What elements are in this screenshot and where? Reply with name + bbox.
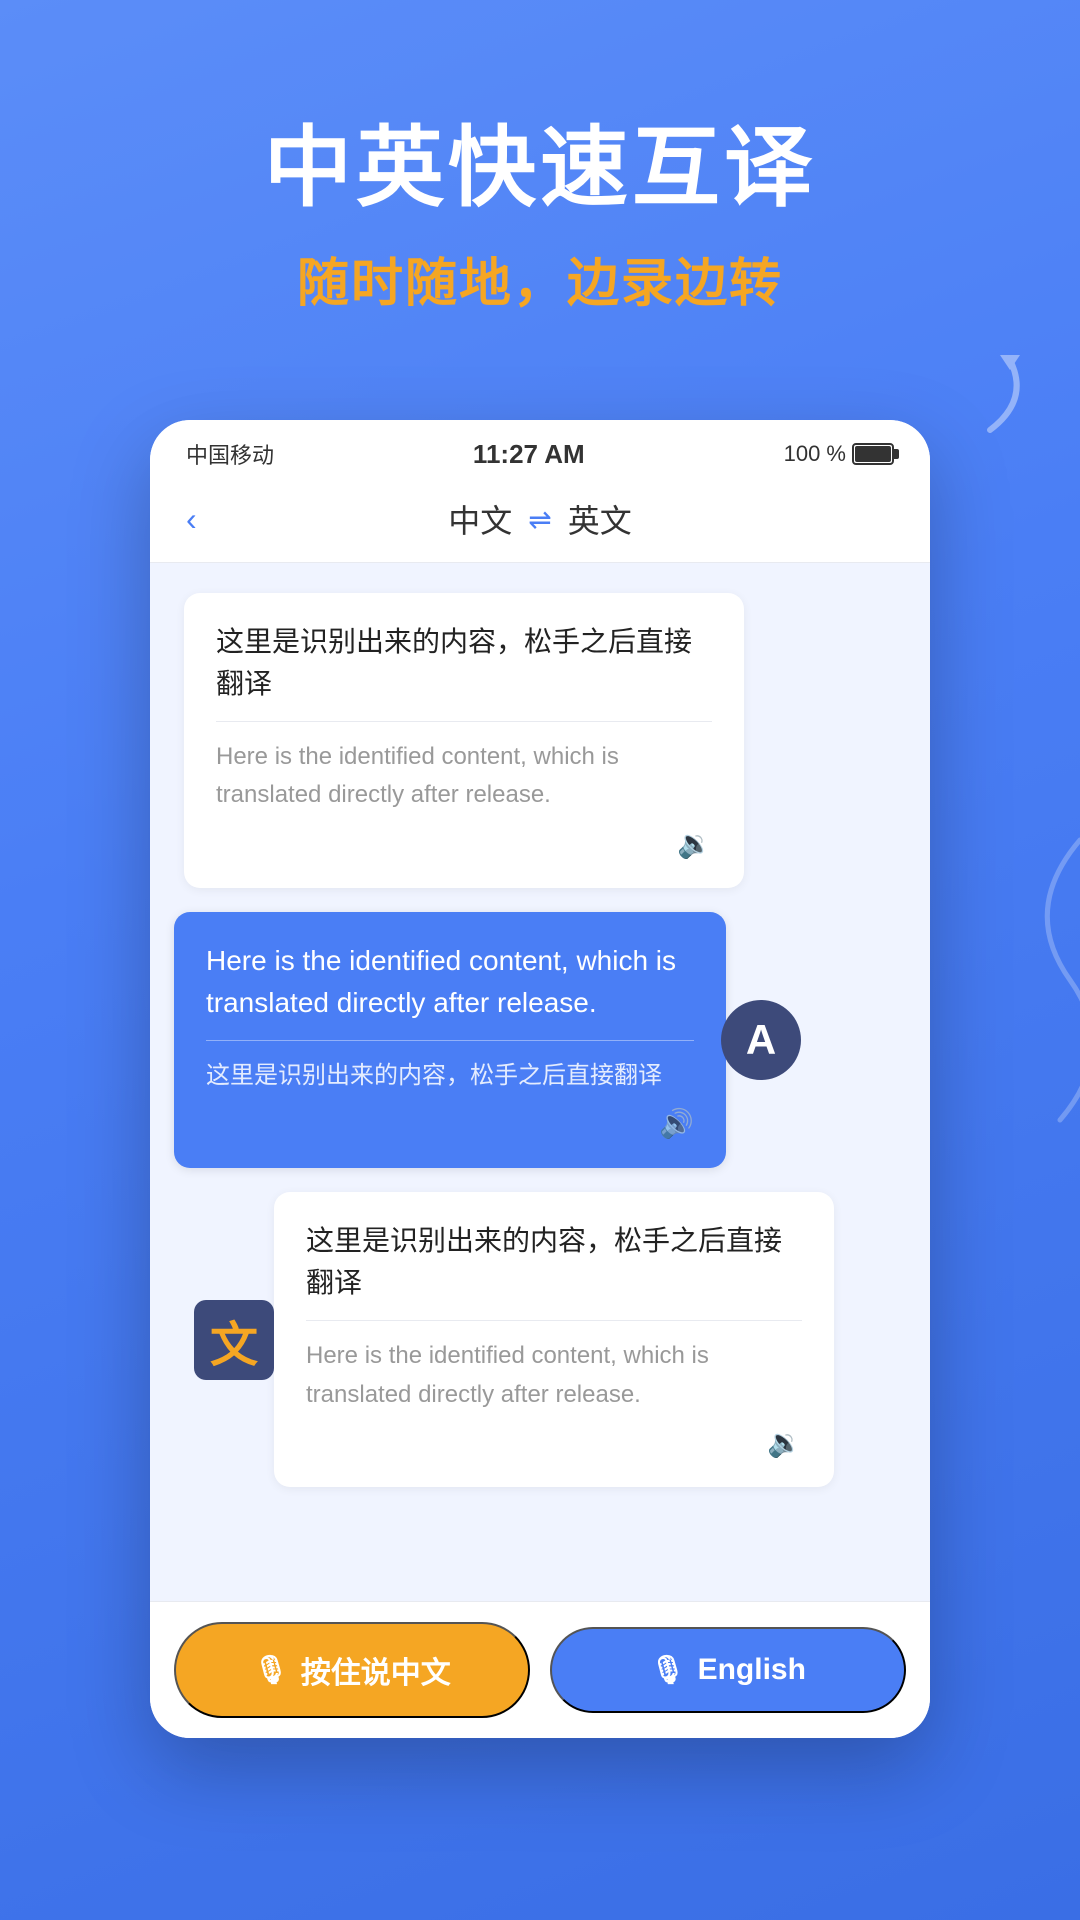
- chat-area: 这里是识别出来的内容，松手之后直接翻译 Here is the identifi…: [150, 563, 930, 1601]
- nav-title: 中文 ⇌ 英文: [448, 496, 632, 542]
- target-language: 英文: [568, 496, 632, 542]
- deco-curve: [1010, 830, 1080, 1135]
- bubble-right-wrapper: Here is the identified content, which is…: [174, 912, 806, 1168]
- english-btn-label: English: [698, 1653, 806, 1687]
- carrier-text: 中国移动: [186, 438, 274, 470]
- phone-mockup: 中国移动 11:27 AM 100 % ‹ 中文 ⇌ 英文 这里是识别出来的内容…: [150, 420, 930, 1738]
- bubble-left-2: 这里是识别出来的内容，松手之后直接翻译 Here is the identifi…: [274, 1192, 834, 1487]
- battery-container: 100 %: [784, 441, 894, 467]
- back-button[interactable]: ‹: [186, 501, 197, 538]
- bubble-left-1: 这里是识别出来的内容，松手之后直接翻译 Here is the identifi…: [184, 593, 744, 888]
- bubble-right-original: Here is the identified content, which is…: [206, 940, 694, 1024]
- bubble-left-2-original: 这里是识别出来的内容，松手之后直接翻译: [306, 1220, 802, 1304]
- nav-bar: ‹ 中文 ⇌ 英文: [150, 480, 930, 563]
- header-section: 中英快速互译 随时随地，边录边转: [0, 0, 1080, 316]
- avatar-a: A: [721, 1000, 801, 1080]
- sub-title: 随时随地，边录边转: [0, 241, 1080, 316]
- deco-arrow: [980, 350, 1040, 445]
- speaker-icon-right[interactable]: 🔊: [206, 1107, 694, 1140]
- battery-icon: [852, 443, 894, 465]
- bubble-left-2-wrapper: 这里是识别出来的内容，松手之后直接翻译 Here is the identifi…: [264, 1192, 834, 1487]
- divider: [216, 721, 712, 722]
- bubble-left-1-original: 这里是识别出来的内容，松手之后直接翻译: [216, 621, 712, 705]
- time-text: 11:27 AM: [473, 439, 585, 470]
- speak-english-button[interactable]: 🎙 English: [550, 1627, 906, 1713]
- main-title: 中英快速互译: [0, 120, 1080, 217]
- mic-icon-english: 🎙: [650, 1653, 686, 1686]
- divider-left-2: [306, 1320, 802, 1321]
- source-language: 中文: [448, 496, 512, 542]
- battery-percent: 100 %: [784, 441, 846, 467]
- bubble-right-translation: 这里是识别出来的内容，松手之后直接翻译: [206, 1057, 694, 1095]
- avatar-wen: 文: [194, 1300, 274, 1380]
- bubble-left-1-translation: Here is the identified content, which is…: [216, 738, 712, 815]
- exchange-icon[interactable]: ⇌: [528, 503, 551, 536]
- battery-fill: [855, 446, 891, 462]
- bubble-right: Here is the identified content, which is…: [174, 912, 726, 1168]
- mic-icon-chinese: 🎙: [253, 1653, 289, 1686]
- spacer: [174, 1511, 906, 1571]
- divider-right: [206, 1040, 694, 1041]
- status-bar: 中国移动 11:27 AM 100 %: [150, 420, 930, 480]
- speaker-icon-left-2[interactable]: 🔉: [306, 1426, 802, 1459]
- bubble-left-2-translation: Here is the identified content, which is…: [306, 1337, 802, 1414]
- speak-chinese-button[interactable]: 🎙 按住说中文: [174, 1622, 530, 1718]
- chinese-btn-label: 按住说中文: [301, 1648, 451, 1692]
- speaker-icon-left-1[interactable]: 🔉: [216, 827, 712, 860]
- bottom-bar: 🎙 按住说中文 🎙 English: [150, 1601, 930, 1738]
